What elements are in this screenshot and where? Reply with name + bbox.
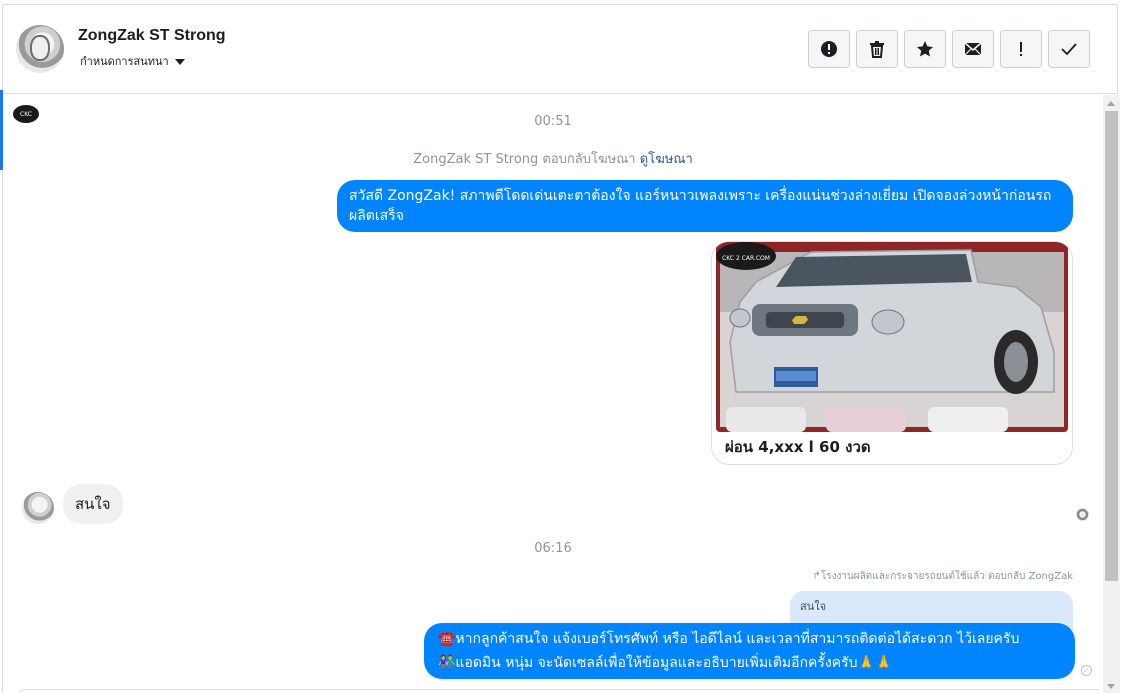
- selected-conversation-accent: [0, 90, 3, 170]
- composer-edge: [20, 689, 1100, 693]
- truck-image: CKC 2 CAR.COM: [716, 242, 1068, 432]
- timestamp: 00:51: [534, 114, 572, 129]
- reply-line-2: 👫แอดมิน หนุ่ม จะนัดเซลล์เพื่อให้ข้อมูลแล…: [438, 655, 893, 671]
- alert-circle-icon: [821, 41, 837, 57]
- avatar-face: [30, 35, 50, 61]
- timestamp: 06:16: [534, 541, 572, 556]
- conversation-toolbar: [808, 30, 1090, 68]
- scroll-up-arrow-icon[interactable]: [1107, 101, 1115, 106]
- exclamation-icon: [1020, 42, 1022, 56]
- envelope-icon: [964, 42, 982, 56]
- reply-line-1: ☎️หากลูกค้าสนใจ แจ้งเบอร์โทรศัพท์ หรือ ไ…: [438, 631, 1020, 647]
- assign-conversation-label: กำหนดการสนทนา: [80, 55, 169, 68]
- assign-conversation-dropdown[interactable]: กำหนดการสนทนา: [80, 52, 185, 70]
- incoming-message[interactable]: สนใจ: [63, 484, 123, 524]
- check-icon: [1061, 43, 1077, 55]
- ad-card[interactable]: CKC 2 CAR.COM ผ่อน 4,xxx l 60 งวด: [711, 241, 1073, 465]
- follow-up-button[interactable]: [1000, 30, 1042, 68]
- reply-meta: ↱โรงงานผลิตและกระจายรถยนต์ใช้แล้ว ตอบกลั…: [812, 571, 1073, 582]
- mark-done-button[interactable]: [1048, 30, 1090, 68]
- contact-avatar[interactable]: [16, 25, 64, 73]
- ad-caption: ผ่อน 4,xxx l 60 งวด: [725, 438, 871, 456]
- thread-scrollbar[interactable]: [1103, 95, 1120, 693]
- star-icon: [917, 41, 933, 57]
- caret-down-icon: [174, 58, 185, 65]
- ad-reply-note: ZongZak ST Strong ตอบกลับโฆษณา ดูโฆษณา: [3, 148, 1103, 169]
- ad-watermark: CKC 2 CAR.COM: [722, 255, 770, 262]
- delete-button[interactable]: [856, 30, 898, 68]
- scroll-thumb[interactable]: [1105, 111, 1118, 581]
- ad-image[interactable]: CKC 2 CAR.COM: [716, 242, 1068, 432]
- trash-icon: [870, 41, 884, 58]
- read-receipt-avatar: [1076, 508, 1089, 521]
- outgoing-message-reply[interactable]: ☎️หากลูกค้าสนใจ แจ้งเบอร์โทรศัพท์ หรือ ไ…: [424, 623, 1075, 679]
- message-thread[interactable]: CKC 00:51 ZongZak ST Strong ตอบกลับโฆษณา…: [3, 95, 1103, 693]
- star-button[interactable]: [904, 30, 946, 68]
- mark-unread-button[interactable]: [952, 30, 994, 68]
- contact-name[interactable]: ZongZak ST Strong: [78, 27, 226, 45]
- messenger-window: ZongZak ST Strong กำหนดการสนทนา CKC 00:5…: [0, 0, 1123, 693]
- view-ad-link[interactable]: ดูโฆษณา: [640, 152, 693, 167]
- sent-status-icon: ✓: [1081, 665, 1092, 676]
- outgoing-message[interactable]: สวัสดี ZongZak! สภาพดีโดดเด่นเตะตาต้องใจ…: [337, 180, 1073, 232]
- conversation-header: ZongZak ST Strong กำหนดการสนทนา: [3, 5, 1117, 94]
- ad-reply-text: ZongZak ST Strong ตอบกลับโฆษณา: [413, 152, 636, 167]
- report-spam-button[interactable]: [808, 30, 850, 68]
- customer-avatar[interactable]: [22, 492, 54, 524]
- scroll-down-arrow-icon[interactable]: [1107, 684, 1115, 689]
